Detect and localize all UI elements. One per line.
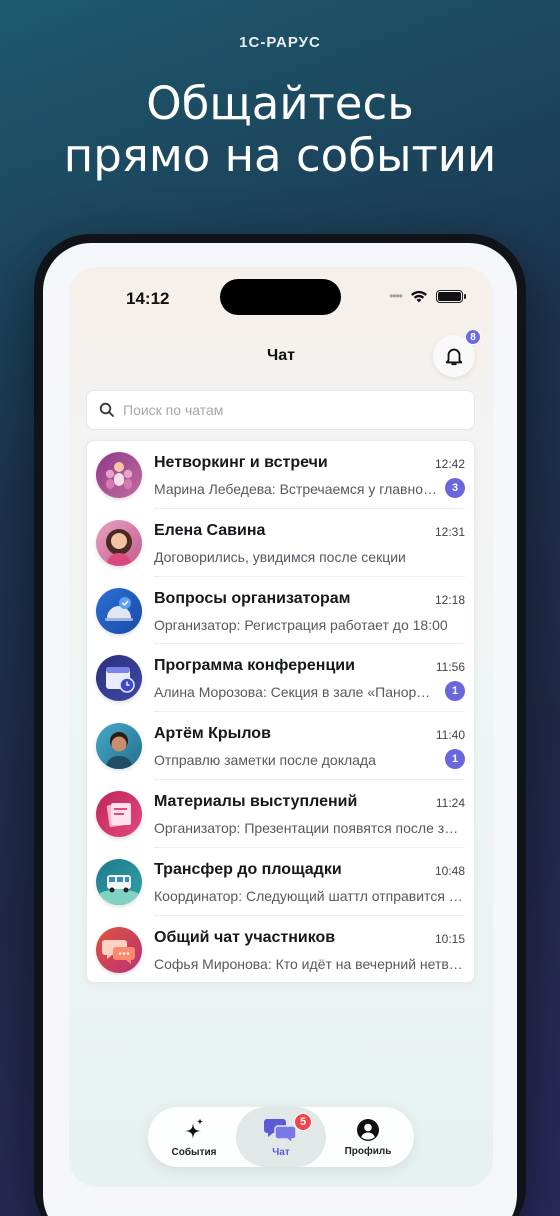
chat-row[interactable]: Артём Крылов 11:40 Отправлю заметки после …	[87, 712, 474, 780]
promo-headline: Общайтесь прямо на событии	[0, 78, 560, 182]
tab-bar: События 5 Чат Профиль	[148, 1107, 414, 1167]
chat-name: Общий чат участников	[154, 928, 336, 946]
search-bar[interactable]	[86, 390, 475, 430]
wifi-icon	[411, 290, 427, 302]
chat-time: 12:42	[434, 457, 465, 471]
chat-last-message: Алина Морозова: Секция в зале «Панорама»…	[154, 684, 437, 701]
chat-name: Вопросы организаторам	[154, 589, 351, 607]
shuttle-bus-icon	[96, 858, 142, 905]
status-time: 14:12	[126, 289, 170, 308]
bell-icon	[445, 348, 463, 366]
page-title: Чат	[267, 347, 295, 364]
chat-header: Чат 8	[69, 327, 493, 383]
profile-icon	[357, 1118, 379, 1141]
status-icons: ••••	[389, 289, 466, 303]
search-icon	[99, 402, 114, 417]
notifications-button[interactable]: 8	[433, 329, 481, 377]
sparkle-icon	[185, 1117, 204, 1139]
search-input[interactable]	[123, 402, 463, 418]
chat-time: 11:24	[435, 795, 465, 810]
chat-row[interactable]: Общий чат участников 10:15 Софья Миронова:…	[87, 916, 474, 984]
chat-row[interactable]: Елена Савина 12:31 Договорились, увидимся …	[87, 509, 474, 577]
chat-time: 11:56	[435, 660, 465, 675]
tab-chat-label: Чат	[272, 1146, 290, 1158]
app-screen: 14:12 •••• Чат 8 Поиск по чатам Нетворки…	[69, 267, 493, 1187]
chat-last-message: Марина Лебедева: Встречаемся у главного …	[154, 481, 437, 497]
chat-icon	[264, 1118, 297, 1143]
tab-profile-label: Профиль	[344, 1145, 392, 1157]
tab-events[interactable]: События	[148, 1107, 240, 1167]
chat-list: Нетворкинг и встречи 12:42 Марина Лебедева…	[86, 440, 475, 983]
battery-icon	[436, 289, 466, 303]
unread-count-badge: 3	[445, 478, 465, 498]
chat-last-message: Координатор: Следующий шаттл отправится …	[154, 887, 464, 904]
chat-row[interactable]: Нетворкинг и встречи 12:42 Марина Лебедева…	[87, 441, 474, 509]
notification-count-badge: 8	[465, 329, 481, 345]
man-avatar	[96, 723, 142, 770]
chat-time: 10:15	[434, 931, 465, 946]
chat-time: 10:48	[434, 863, 465, 878]
documents-icon	[96, 790, 142, 837]
tab-profile[interactable]: Профиль	[322, 1107, 414, 1167]
woman-avatar	[96, 519, 142, 566]
tab-events-label: События	[171, 1146, 217, 1158]
calendar-clock-icon	[96, 655, 142, 702]
chat-last-message: Отправлю заметки после доклада	[154, 752, 376, 769]
status-bar: 14:12 ••••	[69, 267, 493, 327]
chat-last-message: Софья Миронова: Кто идёт на вечерний нет…	[154, 955, 464, 972]
headline-line-1: Общайтесь	[146, 77, 414, 130]
chat-last-message: Организатор: Регистрация работает до 18:…	[154, 616, 448, 633]
chat-row[interactable]: Материалы выступлений 11:24 Организатор: П…	[87, 780, 474, 848]
tab-chat[interactable]: 5 Чат	[236, 1107, 326, 1167]
chat-row[interactable]: Трансфер до площадки 10:48 Координатор: Сл…	[87, 848, 474, 916]
signal-dots-icon: ••••	[389, 289, 403, 303]
brand-label: 1С-РАРУС	[239, 34, 321, 51]
chat-time: 11:40	[435, 728, 465, 743]
chat-time: 12:18	[434, 592, 465, 607]
chat-last-message: Договорились, увидимся после секции	[154, 548, 406, 565]
headline-line-2: прямо на событии	[63, 129, 497, 182]
chat-name: Елена Савина	[154, 521, 266, 539]
phone-bezel: 14:12 •••• Чат 8 Поиск по чатам Нетворки…	[43, 243, 517, 1216]
chat-name: Артём Крылов	[154, 725, 271, 743]
unread-count-badge: 1	[445, 681, 465, 702]
chat-name: Трансфер до площадки	[154, 860, 342, 878]
chat-row[interactable]: Вопросы организаторам 12:18 Организатор: Р…	[87, 577, 474, 645]
chat-name: Нетворкинг и встречи	[154, 454, 328, 471]
service-bell-icon	[96, 587, 142, 634]
chat-unread-badge: 5	[294, 1113, 312, 1131]
chat-name: Программа конференции	[154, 657, 355, 675]
dynamic-island	[220, 279, 341, 315]
networking-people-icon	[96, 452, 142, 498]
chat-row[interactable]: Программа конференции 11:56 Алина Морозова…	[87, 644, 474, 713]
chat-name: Материалы выступлений	[154, 792, 358, 810]
unread-count-badge: 1	[445, 749, 465, 770]
phone-frame: 14:12 •••• Чат 8 Поиск по чатам Нетворки…	[34, 234, 526, 1216]
chat-last-message: Организатор: Презентации появятся после …	[154, 819, 464, 836]
chat-bubbles-icon	[96, 926, 142, 973]
chat-time: 12:31	[434, 524, 465, 539]
